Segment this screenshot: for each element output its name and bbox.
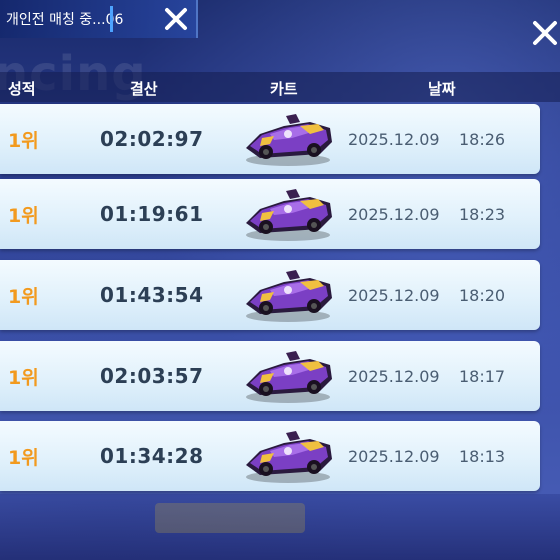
record-time: 02:03:57 bbox=[100, 364, 204, 388]
kart-icon bbox=[246, 114, 332, 166]
kart-image bbox=[240, 425, 336, 487]
record-clock: 18:13 bbox=[459, 447, 506, 466]
record-rank: 1위 bbox=[8, 130, 39, 152]
kart-icon bbox=[246, 351, 332, 403]
record-date: 2025.12.09 bbox=[348, 286, 440, 305]
record-row[interactable]: 1위 01:19:61 2025.12.09 18:23 bbox=[0, 179, 540, 249]
close-button[interactable] bbox=[528, 16, 560, 50]
kart-icon bbox=[246, 189, 332, 241]
record-date: 2025.12.09 bbox=[348, 130, 440, 149]
record-row[interactable]: 1위 01:43:54 2025.12.09 18:20 bbox=[0, 260, 540, 330]
kart-image bbox=[240, 108, 336, 170]
record-clock: 18:17 bbox=[459, 367, 506, 386]
record-date: 2025.12.09 bbox=[348, 447, 440, 466]
record-row[interactable]: 1위 01:34:28 2025.12.09 18:13 bbox=[0, 421, 540, 491]
records-header: 성적 결산 카트 날짜 bbox=[0, 72, 560, 102]
record-date: 2025.12.09 bbox=[348, 367, 440, 386]
record-time: 01:43:54 bbox=[100, 283, 204, 307]
kart-icon bbox=[246, 270, 332, 322]
record-clock: 18:23 bbox=[459, 205, 506, 224]
close-x-icon bbox=[533, 21, 557, 45]
column-header-rank: 성적 bbox=[8, 80, 36, 98]
record-rank: 1위 bbox=[8, 447, 39, 469]
record-rank: 1위 bbox=[8, 286, 39, 308]
matching-status-text: 개인전 매칭 중...06 bbox=[6, 12, 124, 28]
kart-image bbox=[240, 345, 336, 407]
record-clock: 18:26 bbox=[459, 130, 506, 149]
matching-status-bar[interactable]: 개인전 매칭 중...06 bbox=[0, 0, 198, 38]
record-row[interactable]: 1위 02:02:97 2025.12.09 18:26 bbox=[0, 104, 540, 174]
record-clock: 18:20 bbox=[459, 286, 506, 305]
matching-highlight-marker bbox=[110, 6, 113, 32]
kart-icon bbox=[246, 431, 332, 483]
record-row[interactable]: 1위 02:03:57 2025.12.09 18:17 bbox=[0, 341, 540, 411]
record-time: 02:02:97 bbox=[100, 127, 204, 151]
kart-image bbox=[240, 264, 336, 326]
column-header-kart: 카트 bbox=[270, 80, 298, 98]
column-header-time: 결산 bbox=[130, 80, 158, 98]
record-rank: 1위 bbox=[8, 205, 39, 227]
record-rank: 1위 bbox=[8, 367, 39, 389]
cancel-matching-button[interactable] bbox=[160, 4, 192, 34]
record-date: 2025.12.09 bbox=[348, 205, 440, 224]
record-time: 01:34:28 bbox=[100, 444, 204, 468]
bottom-button-glow bbox=[155, 503, 305, 533]
column-header-date: 날짜 bbox=[428, 80, 456, 98]
record-time: 01:19:61 bbox=[100, 202, 204, 226]
close-x-icon bbox=[165, 8, 187, 30]
kart-image bbox=[240, 183, 336, 245]
